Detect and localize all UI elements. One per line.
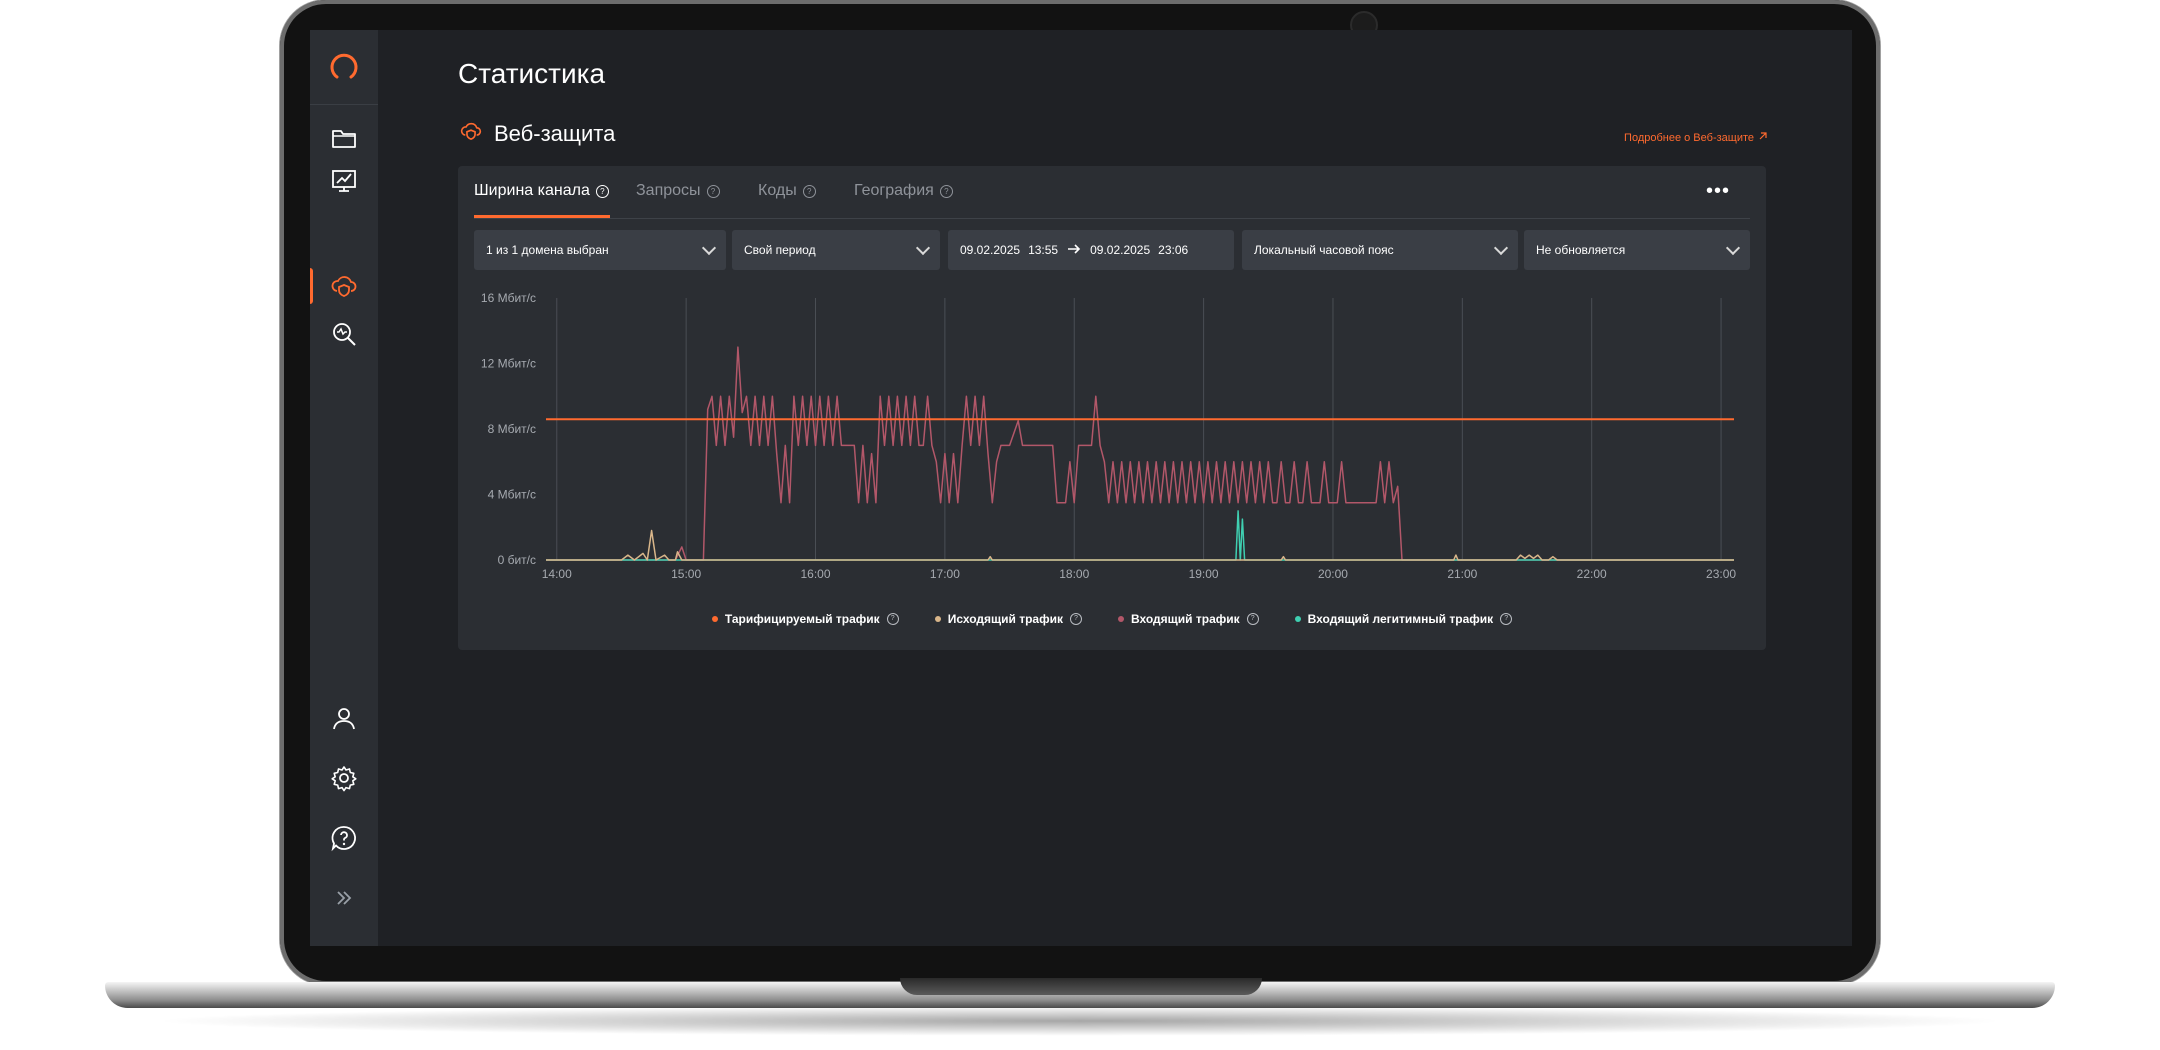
help-icon: ?: [886, 613, 899, 625]
y-tick-label: 0 бит/с: [498, 553, 536, 567]
y-tick-label: 12 Мбит/с: [481, 357, 536, 371]
folder-icon[interactable]: [324, 118, 364, 158]
gear-icon[interactable]: [324, 758, 364, 798]
chevron-down-icon: [701, 240, 717, 256]
section-title: Веб-защита: [494, 120, 616, 146]
legend-item[interactable]: Входящий легитимный трафик ?: [1294, 612, 1513, 626]
legend-label: Исходящий трафик: [947, 612, 1063, 626]
chevron-down-icon: [1493, 240, 1509, 256]
arrow-right-icon: [1066, 243, 1082, 258]
refresh-select-value: Не обновляется: [1536, 243, 1626, 257]
tab-label: Запросы: [636, 182, 701, 199]
tab-requests[interactable]: Запросы ?: [636, 182, 720, 200]
help-icon: ?: [595, 184, 609, 198]
chevron-down-icon: [915, 240, 931, 256]
cloud-shield-icon: [458, 118, 484, 149]
legend-dot: [1294, 616, 1301, 622]
more-link-label: Подробнее о Веб-защите: [1624, 131, 1754, 144]
y-tick-label: 4 Мбит/с: [488, 488, 536, 502]
help-icon: ?: [1069, 613, 1082, 625]
active-indicator: [310, 268, 313, 304]
chart-legend: Тарифицируемый трафик ? Исходящий трафик…: [458, 612, 1766, 626]
time-from: 13:55: [1028, 243, 1059, 257]
help-icon: ?: [706, 184, 720, 198]
help-icon: ?: [1246, 613, 1259, 625]
legend-item[interactable]: Тарифицируемый трафик ?: [711, 612, 899, 626]
period-select-value: Свой период: [744, 243, 816, 257]
chevron-down-icon: [1725, 240, 1741, 256]
series-line: [546, 529, 1734, 561]
legend-dot: [1117, 616, 1124, 622]
refresh-select[interactable]: Не обновляется: [1524, 230, 1750, 270]
tab-codes[interactable]: Коды ?: [758, 182, 816, 200]
y-tick-label: 16 Мбит/с: [481, 291, 536, 305]
help-icon[interactable]: [324, 818, 364, 858]
expand-icon[interactable]: [324, 878, 364, 918]
sidebar: [310, 30, 378, 946]
tab-label: Коды: [758, 182, 797, 199]
legend-item[interactable]: Исходящий трафик ?: [934, 612, 1082, 626]
cloud-shield-icon[interactable]: [324, 266, 364, 306]
active-tab-underline: [474, 215, 610, 218]
series-line: [546, 346, 1734, 561]
legend-label: Входящий трафик: [1130, 612, 1240, 626]
section-header: Веб-защита: [458, 118, 615, 149]
date-to: 09.02.2025: [1090, 243, 1151, 257]
laptop-notch: [900, 978, 1262, 995]
period-select[interactable]: Свой период: [732, 230, 940, 270]
x-tick-label: 17:00: [930, 567, 960, 578]
time-to: 23:06: [1158, 243, 1189, 257]
help-icon: ?: [1500, 613, 1513, 625]
date-from: 09.02.2025: [960, 243, 1021, 257]
x-tick-label: 16:00: [800, 567, 830, 578]
monitor-chart-icon[interactable]: [324, 160, 364, 200]
legend-dot: [934, 616, 941, 622]
timezone-select[interactable]: Локальный часовой пояс: [1242, 230, 1518, 270]
tab-label: География: [854, 182, 934, 199]
legend-label: Входящий легитимный трафик: [1307, 612, 1494, 626]
legend-item[interactable]: Входящий трафик ?: [1117, 612, 1259, 626]
help-icon: ?: [802, 184, 816, 198]
logo[interactable]: [324, 48, 364, 88]
legend-dot: [711, 616, 718, 622]
x-tick-label: 23:00: [1706, 567, 1736, 578]
page-title: Статистика: [458, 58, 606, 89]
search-analytics-icon[interactable]: [324, 314, 364, 354]
timezone-select-value: Локальный часовой пояс: [1254, 243, 1394, 257]
x-tick-label: 15:00: [671, 567, 701, 578]
x-tick-label: 19:00: [1189, 567, 1219, 578]
x-tick-label: 21:00: [1447, 567, 1477, 578]
stats-panel: Ширина канала ? Запросы ? Коды ? Географ…: [458, 166, 1766, 650]
more-options-icon[interactable]: •••: [1706, 180, 1730, 203]
domain-select-value: 1 из 1 домена выбран: [486, 243, 609, 257]
tab-bandwidth[interactable]: Ширина канала ?: [474, 182, 609, 200]
sidebar-divider: [310, 104, 378, 105]
x-tick-label: 18:00: [1059, 567, 1089, 578]
help-icon: ?: [939, 184, 953, 198]
laptop-shadow: [150, 1006, 2010, 1036]
more-link[interactable]: Подробнее о Веб-защите: [1624, 131, 1768, 144]
x-tick-label: 22:00: [1577, 567, 1607, 578]
legend-label: Тарифицируемый трафик: [724, 612, 880, 626]
arrow-up-right-icon: [1758, 131, 1768, 144]
tab-geography[interactable]: География ?: [854, 182, 953, 200]
bandwidth-chart: 14:00 15:00 16:00 17:00 18:00 19:00 20:00 21:00…: [481, 291, 1736, 578]
user-icon[interactable]: [324, 698, 364, 738]
x-tick-label: 20:00: [1318, 567, 1348, 578]
tab-label: Ширина канала: [474, 182, 590, 199]
date-range-picker[interactable]: 09.02.2025 13:55 09.02.2025 23:06: [948, 230, 1234, 270]
y-tick-label: 8 Мбит/с: [488, 422, 536, 436]
x-tick-label: 14:00: [542, 567, 572, 578]
series-line: [546, 510, 1734, 561]
tabs: Ширина канала ? Запросы ? Коды ? Географ…: [474, 166, 1750, 219]
domain-select[interactable]: 1 из 1 домена выбран: [474, 230, 726, 270]
screen: Статистика Веб-защита Подробнее о Веб-за…: [310, 30, 1852, 946]
